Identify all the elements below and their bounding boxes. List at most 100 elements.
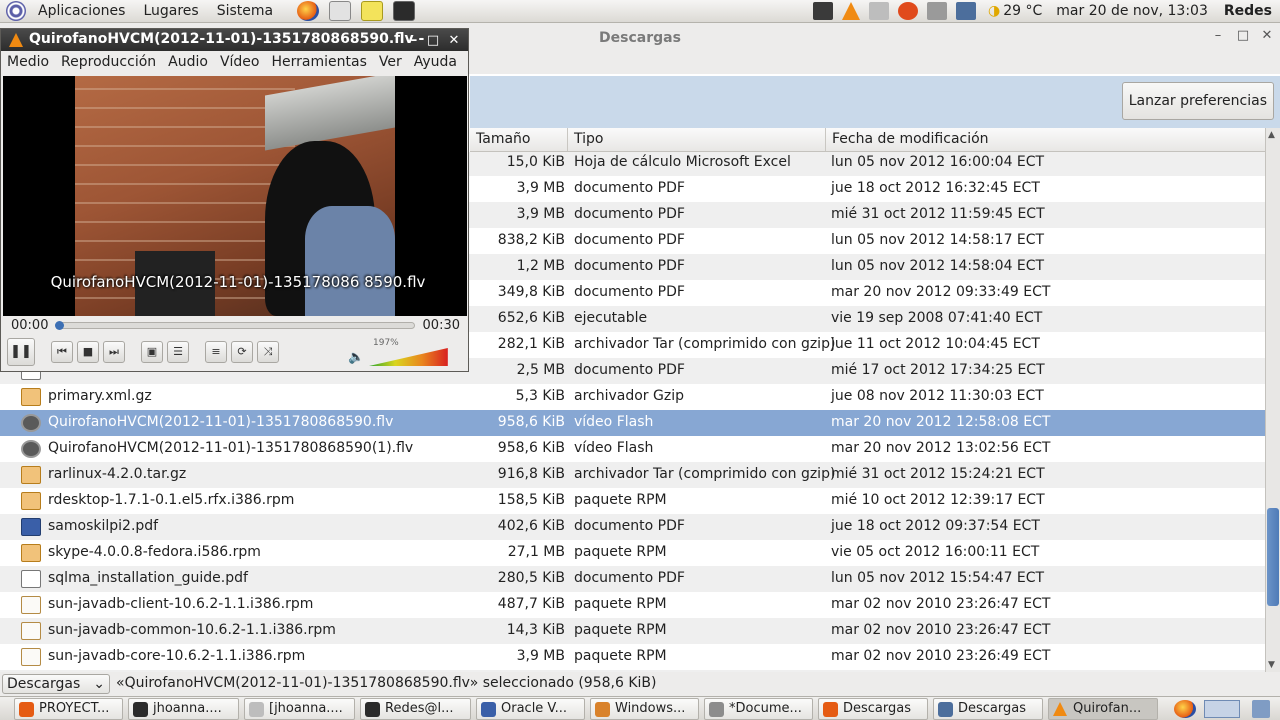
taskbar-button[interactable]: Descargas (818, 698, 928, 720)
extended-settings-button[interactable]: ☰ (167, 341, 189, 363)
column-type[interactable]: Tipo (568, 128, 826, 151)
file-row[interactable]: rdesktop-1.7.1-0.1.el5.rfx.i386.rpm 158,5… (0, 488, 1265, 514)
file-row[interactable]: sqlma_installation_guide.pdf 280,5 KiB doc… (0, 566, 1265, 592)
pause-button[interactable]: ❚❚ (7, 338, 35, 366)
trash-icon[interactable] (1252, 700, 1270, 718)
vlc-menubar: Medio Reproducción Audio Vídeo Herramien… (1, 51, 468, 75)
location-combo[interactable]: Descargas ⌄ (2, 674, 110, 694)
mail-launcher-icon[interactable] (329, 1, 352, 21)
vlc-controls: ❚❚ ⏮ ■ ⏭ ▣ ☰ ≡ ⟳ ⤨ 🔈 197% (1, 338, 468, 372)
doc-file-icon (21, 570, 41, 588)
seek-knob[interactable] (55, 321, 64, 330)
vm-tray-icon[interactable] (813, 2, 833, 20)
tools-tray-icon[interactable] (869, 2, 889, 20)
taskbar-button[interactable]: Redes@l... (360, 698, 471, 720)
file-row[interactable]: sun-javadb-common-10.6.2-1.1.i386.rpm 14,… (0, 618, 1265, 644)
gnome-foot-icon[interactable] (6, 1, 26, 21)
time-total[interactable]: 00:30 (423, 318, 460, 333)
fullscreen-button[interactable]: ▣ (141, 341, 163, 363)
scroll-down-icon[interactable]: ▼ (1268, 660, 1275, 670)
status-bar: Descargas ⌄ «QuirofanoHVCM(2012-11-01)-1… (0, 672, 1280, 696)
file-row[interactable]: skype-4.0.0.8-fedora.i586.rpm 27,1 MB paqu… (0, 540, 1265, 566)
file-row[interactable]: QuirofanoHVCM(2012-11-01)-1351780868590.… (0, 410, 1265, 436)
file-name: QuirofanoHVCM(2012-11-01)-1351780868590(… (48, 440, 414, 456)
maximize-icon[interactable]: □ (1233, 28, 1253, 43)
app-icon (595, 702, 610, 717)
previous-button[interactable]: ⏮ (51, 341, 73, 363)
weather-temp[interactable]: 29 °C (1003, 3, 1042, 19)
file-name: sqlma_installation_guide.pdf (48, 570, 248, 586)
loop-button[interactable]: ⟳ (231, 341, 253, 363)
taskbar-button[interactable]: jhoanna.... (128, 698, 239, 720)
video-area[interactable]: QuirofanoHVCM(2012-11-01)-135178086 8590… (3, 76, 467, 316)
vlc-menu-video[interactable]: Vídeo (214, 51, 266, 75)
update-alert-tray-icon[interactable] (898, 2, 918, 20)
archive-file-icon (21, 466, 41, 484)
vlc-menu-audio[interactable]: Audio (162, 51, 214, 75)
taskbar-button[interactable]: Quirofan... (1048, 698, 1158, 720)
file-row[interactable]: sun-javadb-client-10.6.2-1.1.i386.rpm 487… (0, 592, 1265, 618)
vlc-minimize-icon[interactable]: – (405, 30, 423, 51)
close-icon[interactable]: ✕ (1257, 28, 1277, 43)
vlc-menu-ayuda[interactable]: Ayuda (408, 51, 463, 75)
video-file-icon (21, 440, 41, 458)
menu-aplicaciones[interactable]: Aplicaciones (38, 3, 125, 19)
next-button[interactable]: ⏭ (103, 341, 125, 363)
taskbar-button[interactable]: *Docume... (704, 698, 813, 720)
menu-lugares[interactable]: Lugares (143, 3, 198, 19)
file-row[interactable]: samoskilpi2.pdf 402,6 KiB documento PDF jue… (0, 514, 1265, 540)
file-name: rdesktop-1.7.1-0.1.el5.rfx.i386.rpm (48, 492, 295, 508)
launch-preferences-button[interactable]: Lanzar preferencias (1121, 82, 1274, 120)
file-row[interactable]: QuirofanoHVCM(2012-11-01)-1351780868590(… (0, 436, 1265, 462)
shuffle-button[interactable]: ⤨ (257, 341, 279, 363)
clock[interactable]: mar 20 de nov, 13:03 (1056, 3, 1208, 19)
column-date[interactable]: Fecha de modificación (826, 128, 1265, 151)
vlc-tray-icon[interactable] (842, 2, 860, 20)
video-file-icon (21, 414, 41, 432)
scrollbar[interactable]: ▲ ▼ (1265, 128, 1280, 672)
scroll-up-icon[interactable]: ▲ (1268, 130, 1275, 140)
vlc-maximize-icon[interactable]: □ (424, 30, 442, 51)
taskbar-button[interactable]: Descargas (933, 698, 1043, 720)
seek-bar-row: 00:00 00:30 (1, 316, 468, 336)
vlc-menu-medio[interactable]: Medio (1, 51, 55, 75)
taskbar-button-label: Descargas (843, 701, 912, 716)
file-date: mié 10 oct 2012 12:39:17 ECT (831, 492, 1045, 508)
taskbar-button[interactable]: [jhoanna.... (244, 698, 355, 720)
file-row[interactable]: sun-javadb-core-10.6.2-1.1.i386.rpm 3,9 M… (0, 644, 1265, 670)
app-icon (481, 702, 496, 717)
taskbar-button[interactable]: Oracle V... (476, 698, 585, 720)
scroll-thumb[interactable] (1267, 508, 1279, 606)
file-type: archivador Tar (comprimido con gzip) (574, 466, 836, 482)
seek-slider[interactable] (55, 321, 415, 330)
vlc-menu-reproduccion[interactable]: Reproducción (55, 51, 162, 75)
workspace-switcher-icon[interactable] (1204, 700, 1240, 718)
stop-button[interactable]: ■ (77, 341, 99, 363)
taskbar-button[interactable]: Windows... (590, 698, 699, 720)
network-tray-icon[interactable] (956, 2, 976, 20)
vlc-menu-ver[interactable]: Ver (373, 51, 408, 75)
menu-sistema[interactable]: Sistema (217, 3, 273, 19)
terminal-launcher-icon[interactable] (393, 1, 416, 21)
firefox-launcher-icon[interactable] (297, 1, 320, 21)
speaker-icon[interactable]: 🔈 (348, 350, 364, 365)
file-row[interactable]: rarlinux-4.2.0.tar.gz 916,8 KiB archivador… (0, 462, 1265, 488)
taskbar-button[interactable]: PROYECT... (14, 698, 123, 720)
network-label[interactable]: Redes (1224, 3, 1272, 19)
weather-icon[interactable]: ◑ (988, 3, 1000, 19)
notes-launcher-icon[interactable] (361, 1, 384, 21)
volume-slider[interactable]: 197% (369, 338, 449, 366)
taskbar-button-label: *Docume... (729, 701, 802, 716)
column-header: Tamaño Tipo Fecha de modificación (470, 128, 1265, 152)
volume-tray-icon[interactable] (927, 2, 947, 20)
minimize-icon[interactable]: – (1208, 28, 1228, 43)
file-row[interactable]: primary.xml.gz 5,3 KiB archivador Gzip jue … (0, 384, 1265, 410)
column-size[interactable]: Tamaño (470, 128, 568, 151)
taskbar-button-label: Windows... (615, 701, 686, 716)
vlc-close-icon[interactable]: ✕ (445, 30, 463, 51)
vlc-menu-herramientas[interactable]: Herramientas (266, 51, 373, 75)
playlist-button[interactable]: ≡ (205, 341, 227, 363)
app-icon (823, 702, 838, 717)
firefox-tray-icon[interactable] (1174, 700, 1196, 718)
vlc-window: QuirofanoHVCM(2012-11-01)-1351780868590.… (0, 28, 469, 372)
